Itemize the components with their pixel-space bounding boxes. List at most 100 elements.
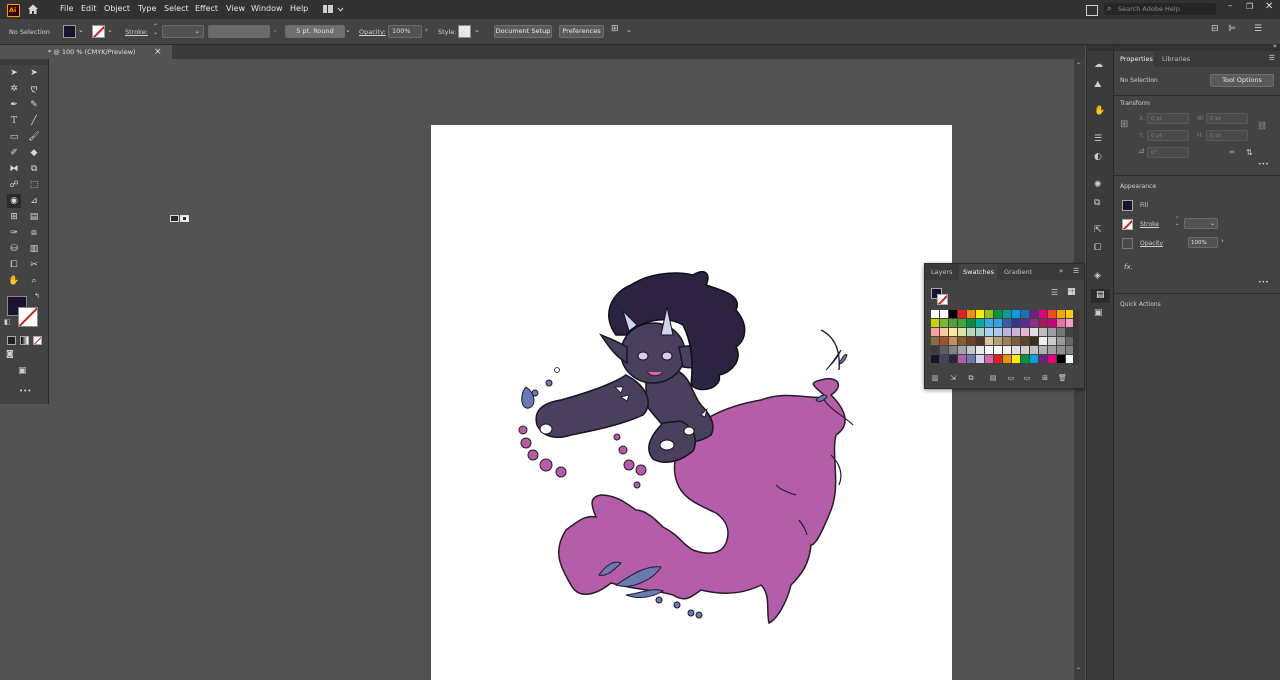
new-color-group-icon[interactable]: ▭ [1023, 374, 1031, 382]
image-trace-icon[interactable]: ⛰ [1094, 80, 1102, 90]
cc-libraries-icon[interactable]: ☁ [1094, 60, 1103, 70]
color-swatch[interactable] [1030, 328, 1038, 336]
color-swatch[interactable] [967, 310, 975, 318]
search-box[interactable]: ⌕ Search Adobe Help [1104, 3, 1216, 15]
gradient-panel-icon[interactable]: ▣ [1094, 308, 1103, 318]
color-swatch[interactable] [1003, 346, 1011, 354]
artboard[interactable] [431, 125, 952, 680]
color-swatch[interactable] [994, 355, 1002, 363]
align-dropdown-icon[interactable]: ⌄ [626, 26, 632, 34]
floating-widget-icon[interactable] [170, 215, 189, 222]
pen-tool-icon[interactable]: ✒ [7, 98, 21, 112]
color-swatch[interactable] [976, 328, 984, 336]
opacity-expand-icon[interactable]: › [1221, 237, 1224, 245]
color-swatch[interactable] [994, 346, 1002, 354]
flip-horizontal-icon[interactable]: ⇹ [1229, 148, 1235, 156]
color-swatch[interactable] [1048, 328, 1056, 336]
color-swatch[interactable] [1039, 337, 1047, 345]
flip-vertical-icon[interactable]: ⇅ [1246, 148, 1253, 157]
color-swatch[interactable] [1057, 319, 1065, 327]
color-swatch[interactable] [1048, 337, 1056, 345]
preferences-button[interactable]: Preferences [559, 25, 604, 38]
variable-width-profile[interactable] [208, 25, 270, 38]
menu-effect[interactable]: Effect [195, 4, 218, 13]
strip-grip[interactable] [1087, 45, 1114, 51]
arrange-documents-icon[interactable] [1086, 5, 1098, 16]
list-view-icon[interactable]: ☰ [1051, 288, 1058, 297]
color-swatch[interactable] [976, 310, 984, 318]
align-panel-icon[interactable]: ⊫ [1228, 24, 1236, 34]
color-swatch[interactable] [1003, 337, 1011, 345]
line-tool-icon[interactable]: ╱ [27, 114, 41, 128]
opacity-label[interactable]: Opacity: [359, 28, 386, 36]
fill-color-swatch[interactable] [63, 25, 76, 38]
menu-type[interactable]: Type [138, 4, 156, 13]
layers-icon[interactable]: ◈ [1094, 271, 1101, 281]
align-options-icon[interactable]: ⊞ [611, 24, 619, 34]
color-swatch[interactable] [967, 346, 975, 354]
color-swatch[interactable] [1012, 319, 1020, 327]
menu-help[interactable]: Help [290, 4, 308, 13]
menu-edit[interactable]: Edit [81, 4, 97, 13]
menu-view[interactable]: View [226, 4, 245, 13]
swatch-options-icon[interactable]: ▤ [989, 374, 997, 382]
grid-view-icon[interactable]: ▦ [1067, 287, 1076, 297]
color-swatch[interactable] [1057, 310, 1065, 318]
stroke-panel-icon[interactable]: ☰ [1094, 134, 1102, 144]
transform-more-icon[interactable]: ••• [1258, 161, 1269, 168]
slice-tool-icon[interactable]: ✂ [27, 258, 41, 272]
free-transform-tool-icon[interactable]: ⬚ [27, 178, 41, 192]
color-swatch[interactable] [1021, 337, 1029, 345]
scroll-down-icon[interactable]: ⌄ [1076, 664, 1081, 671]
hand-tool-icon[interactable]: ✋ [7, 274, 21, 288]
color-swatch[interactable] [994, 337, 1002, 345]
color-swatch[interactable] [1039, 328, 1047, 336]
color-swatch[interactable] [967, 355, 975, 363]
perspective-grid-tool-icon[interactable]: ⊿ [27, 194, 41, 208]
color-swatch[interactable] [958, 337, 966, 345]
color-swatch[interactable] [1030, 355, 1038, 363]
stroke-color-swatch[interactable] [92, 25, 105, 38]
stroke-weight-stepper[interactable]: ⌃ ⌄ [153, 24, 158, 36]
document-tab-close-icon[interactable]: × [154, 45, 162, 59]
constrain-proportions-icon[interactable]: ⛓ [1257, 121, 1267, 130]
color-swatch[interactable] [985, 310, 993, 318]
brush-dropdown-icon[interactable]: ⌄ [345, 26, 351, 34]
color-swatch[interactable] [985, 355, 993, 363]
color-swatch[interactable] [976, 355, 984, 363]
stroke-dropdown-icon[interactable]: ⌄ [107, 26, 113, 34]
lasso-tool-icon[interactable]: ღ [27, 82, 41, 96]
tab-properties[interactable]: Properties [1114, 51, 1154, 67]
symbol-sprayer-tool-icon[interactable]: ⛁ [7, 242, 21, 256]
tab-layers[interactable]: Layers [931, 268, 953, 276]
zoom-tool-icon[interactable]: ⌕ [27, 274, 41, 288]
hamburger-menu-icon[interactable]: ☰ [1073, 267, 1079, 275]
color-swatch[interactable] [994, 310, 1002, 318]
column-graph-tool-icon[interactable]: ▥ [27, 242, 41, 256]
eraser-tool-icon[interactable]: ◆ [27, 146, 41, 160]
restore-button[interactable]: ❐ [1246, 2, 1253, 11]
color-swatch[interactable] [985, 319, 993, 327]
shaper-tool-icon[interactable]: ✐ [7, 146, 21, 160]
gradient-tool-icon[interactable]: ▤ [27, 210, 41, 224]
style-swatch[interactable] [458, 25, 471, 38]
none-mode-icon[interactable] [33, 336, 42, 345]
h-field[interactable]: 0 pt [1206, 130, 1248, 141]
opacity-field[interactable]: 100% [388, 25, 422, 38]
reflect-tool-icon[interactable]: ⧓ [7, 162, 21, 176]
direct-selection-tool-icon[interactable]: ➤ [27, 66, 41, 80]
tab-swatches[interactable]: Swatches [959, 264, 997, 280]
color-swatch[interactable] [1048, 319, 1056, 327]
fill-dropdown-icon[interactable]: ⌄ [78, 26, 84, 34]
color-swatch[interactable] [931, 346, 939, 354]
default-fill-stroke-icon[interactable]: ◧ [4, 318, 11, 326]
artboard-tool-icon[interactable]: ⧠ [7, 258, 21, 272]
draw-mode-icon[interactable]: ◙ [6, 349, 14, 358]
swatch-libraries-icon[interactable]: ▥ [931, 374, 939, 382]
swatches-icon[interactable]: ▤ [1091, 289, 1110, 303]
tab-gradient[interactable]: Gradient [1004, 268, 1032, 276]
color-swatch[interactable] [985, 328, 993, 336]
magic-wand-tool-icon[interactable]: ✲ [7, 82, 21, 96]
minimize-button[interactable]: – [1228, 1, 1233, 11]
color-swatch[interactable] [1021, 328, 1029, 336]
